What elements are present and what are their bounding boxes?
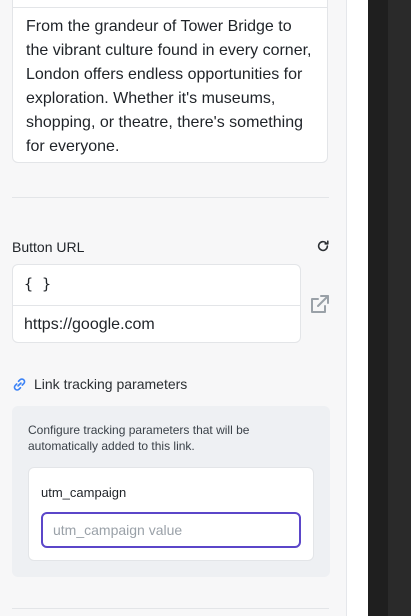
variables-button[interactable]: { } bbox=[24, 275, 51, 293]
button-url-label: Button URL bbox=[12, 239, 85, 255]
utm-campaign-input[interactable] bbox=[41, 512, 301, 548]
tracking-label: Link tracking parameters bbox=[34, 376, 188, 392]
external-link-icon[interactable] bbox=[309, 293, 331, 315]
link-icon bbox=[13, 378, 26, 391]
bottom-divider bbox=[12, 608, 329, 609]
settings-panel: From the grandeur of Tower Bridge to the… bbox=[0, 0, 347, 616]
tracking-param-card: utm_campaign bbox=[28, 467, 314, 561]
description-textarea[interactable]: From the grandeur of Tower Bridge to the… bbox=[12, 0, 328, 163]
panel-gutter bbox=[347, 0, 368, 616]
description-top-border bbox=[13, 7, 327, 8]
tracking-parameters-section: Configure tracking parameters that will … bbox=[12, 406, 330, 577]
section-divider bbox=[12, 197, 329, 198]
param-name-label: utm_campaign bbox=[41, 485, 127, 500]
tracking-help-text: Configure tracking parameters that will … bbox=[28, 423, 250, 453]
preview-area bbox=[388, 0, 411, 616]
button-url-value[interactable]: https://google.com bbox=[24, 316, 155, 334]
description-text: From the grandeur of Tower Bridge to the… bbox=[26, 18, 312, 155]
refresh-icon[interactable] bbox=[316, 239, 330, 253]
preview-edge bbox=[368, 0, 388, 616]
url-field-separator bbox=[13, 305, 300, 306]
